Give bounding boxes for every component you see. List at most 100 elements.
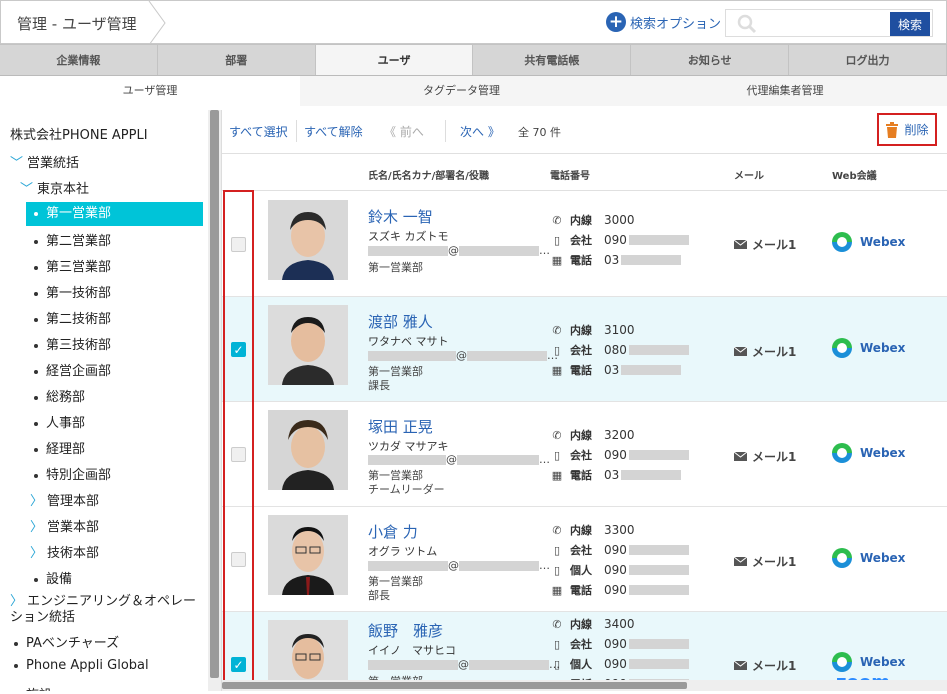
prev-page-link[interactable]: 《 前へ <box>384 123 424 140</box>
phone-extension[interactable]: ✆ 内線 3000 <box>550 212 634 228</box>
bullet-icon <box>34 577 38 582</box>
tree-item[interactable]: PAベンチャーズ <box>14 632 119 651</box>
tab-company[interactable]: 企業情報 <box>0 44 158 75</box>
sidebar-scroll-thumb[interactable] <box>210 110 219 678</box>
tab-log-output[interactable]: ログ出力 <box>789 44 947 75</box>
chevron-right-icon: 〉 <box>30 494 44 509</box>
tree-item[interactable]: ﹀ 営業統括 <box>10 152 79 171</box>
chevron-right-icon: 〉 <box>30 546 44 561</box>
row-checkbox[interactable] <box>231 237 246 252</box>
tree-item[interactable]: 〉技術本部 <box>30 542 99 561</box>
phone-personal[interactable]: ▯ 個人 090 <box>550 562 689 578</box>
phone-extension[interactable]: ✆ 内線 3300 <box>550 522 634 538</box>
mail-link[interactable]: メール1 <box>734 343 796 360</box>
search-input[interactable] <box>762 13 882 33</box>
tree-item[interactable]: 〉管理本部 <box>30 490 99 509</box>
mobile-icon: ▯ <box>553 448 561 462</box>
phone-personal[interactable]: ▯ 個人 090 <box>550 656 689 672</box>
tree-item[interactable]: 〉営業本部 <box>30 516 99 535</box>
tree-item[interactable]: 〉エンジニアリング＆オペレーション統括 <box>10 594 205 626</box>
subtab-user-management[interactable]: ユーザ管理 <box>0 76 300 106</box>
tree-item[interactable]: 第三営業部 <box>34 256 111 275</box>
delete-button[interactable]: 削除 <box>877 113 937 146</box>
tree-item[interactable]: Phone Appli Global <box>14 658 149 673</box>
tab-shared-phonebook[interactable]: 共有電話帳 <box>473 44 632 75</box>
tree-item[interactable]: 経理部 <box>34 438 85 457</box>
phone-landline[interactable]: ▦ 電話 03 <box>550 467 682 483</box>
plus-circle-icon: + <box>606 12 626 32</box>
bullet-icon <box>34 239 38 244</box>
webex-link[interactable]: Webex <box>832 652 905 672</box>
phone-extension[interactable]: ✆ 内線 3400 <box>550 616 634 632</box>
bullet-icon <box>14 641 18 646</box>
column-header-mail: メール <box>734 171 764 182</box>
mobile-icon: ▯ <box>553 657 561 671</box>
next-page-link[interactable]: 次へ 》 <box>460 123 500 140</box>
user-name[interactable]: 鈴木 一智 <box>368 206 433 227</box>
list-toolbar: すべて選択 すべて解除 《 前へ 次へ 》 全 70 件 削除 <box>222 110 947 154</box>
webex-link[interactable]: Webex <box>832 548 905 568</box>
user-name[interactable]: 塚田 正晃 <box>368 416 433 437</box>
phone-icon: ✆ <box>552 323 562 337</box>
phone-icon: ✆ <box>552 428 562 442</box>
tree-item[interactable]: ﹀ 東京本社 <box>20 178 89 197</box>
tree-item[interactable]: 総務部 <box>34 386 85 405</box>
webex-link[interactable]: Webex <box>832 443 905 463</box>
tree-item[interactable]: 人事部 <box>34 412 85 431</box>
webex-link[interactable]: Webex <box>832 232 905 252</box>
tree-item[interactable]: 第二技術部 <box>34 308 111 327</box>
table-row[interactable]: 鈴木 一智 スズキ カズトモ @… 第一営業部 ✆ 内線 3000 ▯ 会社 090 ▦… <box>222 192 947 297</box>
tree-item-selected[interactable]: 第一営業部 <box>26 202 203 226</box>
user-list-panel: すべて選択 すべて解除 《 前へ 次へ 》 全 70 件 削除 氏名/氏名カナ/… <box>222 110 947 693</box>
tree-item[interactable]: 特別企画部 <box>34 464 111 483</box>
table-row[interactable]: 塚田 正晃 ツカダ マサアキ @… 第一営業部 チームリーダー ✆ 内線 3200 … <box>222 402 947 507</box>
phone-landline[interactable]: ▦ 電話 03 <box>550 252 682 268</box>
webex-link[interactable]: Webex <box>832 338 905 358</box>
tab-notice[interactable]: お知らせ <box>631 44 790 75</box>
tree-item[interactable]: 第三技術部 <box>34 334 111 353</box>
mail-link[interactable]: メール1 <box>734 448 796 465</box>
phone-landline[interactable]: ▦電話090 <box>550 582 689 598</box>
search-button[interactable]: 検索 <box>890 12 930 36</box>
phone-company[interactable]: ▯ 会社 090 <box>550 636 689 652</box>
bullet-icon <box>34 421 38 426</box>
user-name[interactable]: 小倉 力 <box>368 521 418 542</box>
row-checkbox-checked[interactable]: ✓ <box>231 342 246 357</box>
row-checkbox[interactable] <box>231 552 246 567</box>
tab-department[interactable]: 部署 <box>157 44 316 75</box>
phone-extension[interactable]: ✆ 内線 3100 <box>550 322 634 338</box>
mail-link[interactable]: メール1 <box>734 657 796 674</box>
phone-company[interactable]: ▯ 会社 090 <box>550 542 689 558</box>
subtab-proxy-editor[interactable]: 代理編集者管理 <box>623 76 947 106</box>
tree-item[interactable]: 第二営業部 <box>34 230 111 249</box>
tree-company[interactable]: 株式会社PHONE APPLI <box>10 124 148 143</box>
subtab-tag-data[interactable]: タグデータ管理 <box>300 76 623 106</box>
tab-user[interactable]: ユーザ <box>315 44 474 75</box>
search-box: 検索 <box>725 9 933 37</box>
search-option-link[interactable]: + 検索オプション <box>606 12 721 32</box>
user-name[interactable]: 飯野 雅彦 <box>368 620 443 641</box>
horizontal-scroll-thumb[interactable] <box>222 682 687 689</box>
deselect-all-link[interactable]: すべて解除 <box>304 123 363 140</box>
mail-link[interactable]: メール1 <box>734 553 796 570</box>
user-kana: イイノ マサヒコ <box>368 644 456 657</box>
mail-link[interactable]: メール1 <box>734 236 796 253</box>
select-all-link[interactable]: すべて選択 <box>229 123 288 140</box>
table-row[interactable]: ✓ 渡部 雅人 ワタナベ マサト @… 第一営業部 課長 ✆ 内線 3100 ▯ 会社… <box>222 297 947 402</box>
avatar <box>268 515 348 595</box>
phone-icon: ✆ <box>552 617 562 631</box>
table-row[interactable]: 小倉 力 オグラ ツトム @… 第一営業部 部長 ✆ 内線 3300 ▯ 会社 090 … <box>222 507 947 612</box>
tree-item[interactable]: 第一技術部 <box>34 282 111 301</box>
tree-item[interactable]: 設備 <box>34 568 72 587</box>
phone-company[interactable]: ▯ 会社 080 <box>550 342 689 358</box>
phone-company[interactable]: ▯ 会社 090 <box>550 447 689 463</box>
phone-company[interactable]: ▯ 会社 090 <box>550 232 689 248</box>
tree-item[interactable]: 施設 <box>14 684 52 691</box>
row-checkbox-checked[interactable]: ✓ <box>231 657 246 672</box>
user-name[interactable]: 渡部 雅人 <box>368 311 433 332</box>
row-checkbox[interactable] <box>231 447 246 462</box>
tree-item[interactable]: 経営企画部 <box>34 360 111 379</box>
user-title: 課長 <box>368 379 390 392</box>
phone-extension[interactable]: ✆ 内線 3200 <box>550 427 634 443</box>
phone-landline[interactable]: ▦ 電話 03 <box>550 362 682 378</box>
